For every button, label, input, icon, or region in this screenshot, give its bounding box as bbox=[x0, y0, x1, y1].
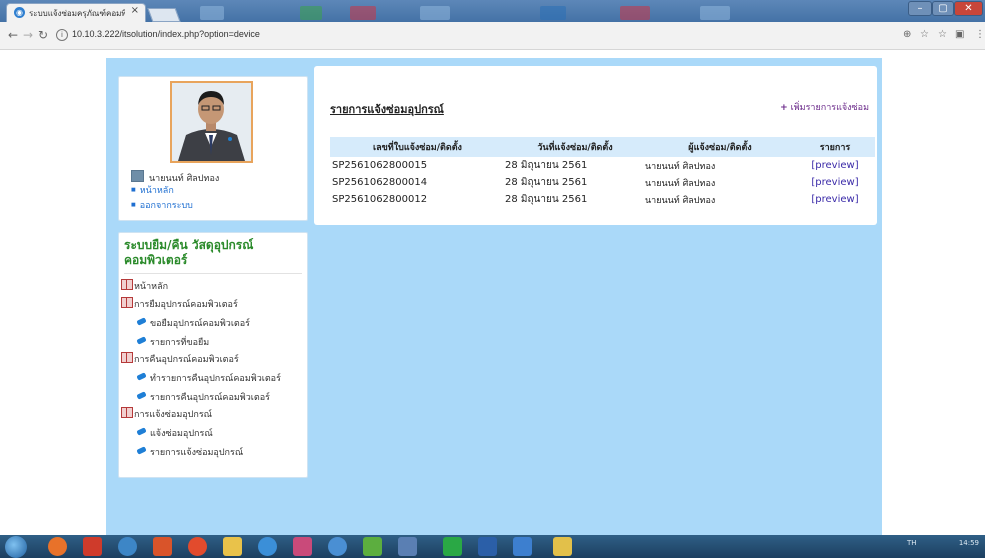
page-wrapper: นายนนท์ ศิลปทอง หน้าหลัก ออกจากระบบ ระบบ… bbox=[106, 58, 882, 538]
language-indicator[interactable]: TH bbox=[907, 539, 917, 547]
book-icon bbox=[121, 407, 133, 418]
main-content: รายการแจ้งซ่อมอุปกรณ์ + เพิ่มรายการแจ้งซ่… bbox=[314, 66, 877, 225]
table-row: SP2561062800012 28 มิถุนายน 2561 นายนนท์… bbox=[330, 191, 875, 208]
table-row: SP2561062800014 28 มิถุนายน 2561 นายนนท์… bbox=[330, 174, 875, 191]
menu-section-repair[interactable]: การแจ้งซ่อมอุปกรณ์ bbox=[121, 407, 212, 421]
forward-arrow-icon[interactable]: → bbox=[23, 28, 33, 42]
app-icon[interactable] bbox=[293, 537, 312, 556]
repair-table: เลขที่ใบแจ้งซ่อม/ติดตั้ง วันที่แจ้งซ่อม/… bbox=[330, 137, 875, 208]
page-title: รายการแจ้งซ่อมอุปกรณ์ bbox=[330, 103, 444, 116]
clock[interactable]: 14:59 bbox=[959, 539, 979, 547]
menu-divider bbox=[124, 273, 302, 274]
maximize-button[interactable]: ▢ bbox=[932, 1, 954, 16]
taskbar: TH 14:59 bbox=[0, 535, 985, 558]
menu-section-borrow[interactable]: การยืมอุปกรณ์คอมพิวเตอร์ bbox=[121, 297, 238, 311]
browser-tab[interactable]: ◉ ระบบแจ้งซ่อมครุภัณฑ์คอมพิวเตอร์ × bbox=[6, 3, 146, 22]
book-icon bbox=[121, 297, 133, 308]
repair-code: SP2561062800015 bbox=[332, 160, 428, 171]
user-link-home[interactable]: หน้าหลัก bbox=[131, 183, 174, 197]
plus-icon: + bbox=[780, 103, 788, 113]
menu-item-do-return[interactable]: ทำรายการคืนอุปกรณ์คอมพิวเตอร์ bbox=[136, 371, 281, 385]
menu-panel: ระบบยืม/คืน วัสดุอุปกรณ์คอมพิวเตอร์ หน้า… bbox=[118, 232, 308, 478]
sidebar: นายนนท์ ศิลปทอง หน้าหลัก ออกจากระบบ ระบบ… bbox=[118, 76, 308, 478]
user-link-logout[interactable]: ออกจากระบบ bbox=[131, 198, 193, 212]
book-icon bbox=[121, 352, 133, 363]
app-icon[interactable] bbox=[328, 537, 347, 556]
menu-dots-icon[interactable]: ⋮ bbox=[975, 29, 985, 40]
preview-link[interactable]: [preview] bbox=[795, 174, 875, 191]
preview-link[interactable]: [preview] bbox=[795, 191, 875, 208]
repair-date: 28 มิถุนายน 2561 bbox=[505, 177, 588, 188]
app-icon[interactable] bbox=[363, 537, 382, 556]
app-icon[interactable] bbox=[553, 537, 572, 556]
app-icon[interactable] bbox=[118, 537, 137, 556]
user-panel: นายนนท์ ศิลปทอง หน้าหลัก ออกจากระบบ bbox=[118, 76, 308, 221]
page: นายนนท์ ศิลปทอง หน้าหลัก ออกจากระบบ ระบบ… bbox=[0, 50, 985, 538]
cast-icon[interactable]: ▣ bbox=[955, 29, 964, 40]
user-photo bbox=[170, 81, 253, 163]
column-header: ผู้แจ้งซ่อม/ติดตั้ง bbox=[645, 137, 795, 157]
pencil-icon bbox=[136, 391, 147, 400]
column-header: เลขที่ใบแจ้งซ่อม/ติดตั้ง bbox=[330, 137, 505, 157]
browser-title-bar: ◉ ระบบแจ้งซ่อมครุภัณฑ์คอมพิวเตอร์ × – ▢ … bbox=[0, 0, 985, 22]
line-icon[interactable] bbox=[443, 537, 462, 556]
app-icon[interactable] bbox=[513, 537, 532, 556]
menu-item-return-list[interactable]: รายการคืนอุปกรณ์คอมพิวเตอร์ bbox=[136, 390, 270, 404]
pencil-icon bbox=[136, 336, 147, 345]
repair-date: 28 มิถุนายน 2561 bbox=[505, 160, 588, 171]
pencil-icon bbox=[136, 427, 147, 436]
reporter-name: นายนนท์ ศิลปทอง bbox=[645, 195, 716, 206]
app-icon[interactable] bbox=[153, 537, 172, 556]
menu-item-report-repair[interactable]: แจ้งซ่อมอุปกรณ์ bbox=[136, 426, 213, 440]
bookmark-star-icon[interactable]: ☆ bbox=[920, 29, 929, 40]
tab-close-icon[interactable]: × bbox=[131, 5, 139, 16]
start-button[interactable] bbox=[5, 536, 27, 558]
menu-item-request-borrow[interactable]: ขอยืมอุปกรณ์คอมพิวเตอร์ bbox=[136, 316, 250, 330]
close-window-button[interactable]: ✕ bbox=[954, 1, 983, 16]
minimize-button[interactable]: – bbox=[908, 1, 932, 16]
browser-toolbar: ← → ↻ i 10.10.3.222/itsolution/index.php… bbox=[0, 22, 985, 50]
menu-title: ระบบยืม/คืน วัสดุอุปกรณ์คอมพิวเตอร์ bbox=[124, 238, 254, 267]
tab-title: ระบบแจ้งซ่อมครุภัณฑ์คอมพิวเตอร์ bbox=[29, 9, 125, 18]
menu-item-repair-list[interactable]: รายการแจ้งซ่อมอุปกรณ์ bbox=[136, 445, 243, 459]
firefox-icon[interactable] bbox=[48, 537, 67, 556]
repair-code: SP2561062800014 bbox=[332, 177, 428, 188]
book-icon bbox=[121, 279, 133, 290]
site-info-icon[interactable]: i bbox=[56, 29, 68, 41]
word-icon[interactable] bbox=[478, 537, 497, 556]
menu-item-borrow-list[interactable]: รายการที่ขอยืม bbox=[136, 335, 209, 349]
reporter-name: นายนนท์ ศิลปทอง bbox=[645, 178, 716, 189]
back-arrow-icon[interactable]: ← bbox=[8, 28, 18, 42]
zoom-icon[interactable]: ⊕ bbox=[903, 29, 911, 40]
user-icon bbox=[131, 170, 144, 182]
app-icon[interactable] bbox=[83, 537, 102, 556]
table-row: SP2561062800015 28 มิถุนายน 2561 นายนนท์… bbox=[330, 157, 875, 174]
chrome-icon[interactable] bbox=[188, 537, 207, 556]
pencil-icon bbox=[136, 317, 147, 326]
url-text[interactable]: 10.10.3.222/itsolution/index.php?option=… bbox=[72, 29, 260, 39]
table-header-row: เลขที่ใบแจ้งซ่อม/ติดตั้ง วันที่แจ้งซ่อม/… bbox=[330, 137, 875, 157]
system-tray: TH 14:59 bbox=[907, 539, 979, 547]
menu-item-home[interactable]: หน้าหลัก bbox=[121, 279, 168, 293]
preview-link[interactable]: [preview] bbox=[795, 157, 875, 174]
extension-star-icon[interactable]: ☆ bbox=[938, 29, 947, 40]
repair-code: SP2561062800012 bbox=[332, 194, 428, 205]
add-repair-link[interactable]: + เพิ่มรายการแจ้งซ่อม bbox=[780, 100, 869, 114]
pencil-icon bbox=[136, 446, 147, 455]
reload-icon[interactable]: ↻ bbox=[38, 28, 48, 42]
folder-icon[interactable] bbox=[223, 537, 242, 556]
column-header: วันที่แจ้งซ่อม/ติดตั้ง bbox=[505, 137, 645, 157]
pencil-icon bbox=[136, 372, 147, 381]
mail-icon[interactable] bbox=[398, 537, 417, 556]
site-favicon-icon: ◉ bbox=[14, 7, 25, 18]
menu-section-return[interactable]: การคืนอุปกรณ์คอมพิวเตอร์ bbox=[121, 352, 239, 366]
reporter-name: นายนนท์ ศิลปทอง bbox=[645, 161, 716, 172]
repair-date: 28 มิถุนายน 2561 bbox=[505, 194, 588, 205]
ie-icon[interactable] bbox=[258, 537, 277, 556]
address-bar[interactable]: i 10.10.3.222/itsolution/index.php?optio… bbox=[56, 25, 906, 45]
column-header: รายการ bbox=[795, 137, 875, 157]
new-tab-button[interactable] bbox=[147, 8, 181, 22]
